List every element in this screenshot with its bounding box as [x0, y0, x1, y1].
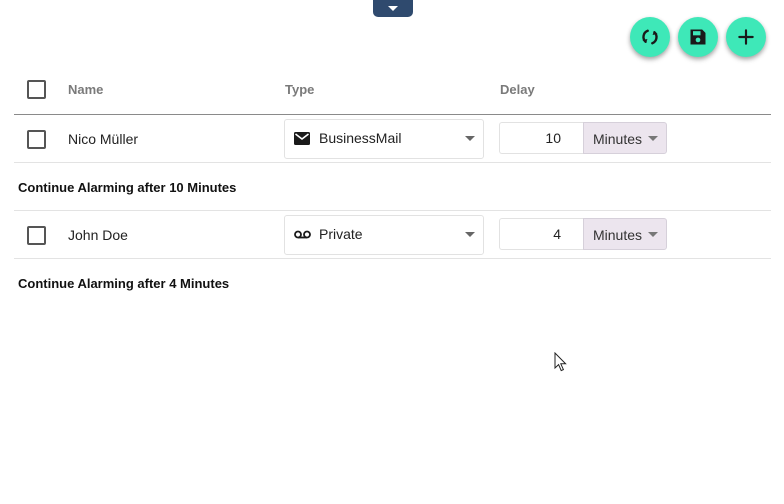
escalation-info: Continue Alarming after 10 Minutes — [18, 180, 237, 195]
chevron-down-icon — [648, 232, 658, 237]
table-header: Name Type Delay — [14, 64, 771, 115]
type-value: Private — [319, 226, 363, 242]
select-all-checkbox[interactable] — [27, 80, 46, 99]
escalation-info: Continue Alarming after 4 Minutes — [18, 276, 230, 291]
column-header-delay: Delay — [500, 82, 535, 97]
type-select[interactable]: Private — [284, 215, 484, 255]
delay-input[interactable]: 4 — [499, 218, 583, 250]
alarm-escalation-panel: Name Type Delay Nico Müller BusinessMail… — [0, 0, 784, 504]
mouse-cursor-icon — [554, 352, 567, 372]
voicemail-icon — [294, 230, 311, 239]
delay-input[interactable]: 10 — [499, 122, 583, 154]
delay-unit-select[interactable]: Minutes — [583, 122, 667, 154]
delay-unit-select[interactable]: Minutes — [583, 218, 667, 250]
column-header-name: Name — [68, 82, 104, 97]
collapse-toggle[interactable] — [373, 0, 413, 17]
type-select[interactable]: BusinessMail — [284, 119, 484, 159]
chevron-down-icon — [465, 136, 475, 141]
delay-unit-value: Minutes — [593, 227, 643, 243]
type-value: BusinessMail — [319, 130, 402, 146]
contact-name: Nico Müller — [68, 131, 139, 147]
add-button[interactable] — [726, 17, 766, 57]
chevron-down-icon — [388, 6, 398, 11]
delay-unit-value: Minutes — [593, 131, 643, 147]
table-row: Nico Müller BusinessMail 10 Minutes — [14, 115, 771, 163]
mail-icon — [294, 132, 310, 145]
contact-name: John Doe — [68, 227, 128, 243]
plus-icon — [738, 29, 754, 45]
chevron-down-icon — [465, 232, 475, 237]
column-header-type: Type — [285, 82, 315, 97]
chevron-down-icon — [648, 136, 658, 141]
table-row: John Doe Private 4 Minutes — [14, 211, 771, 259]
row-checkbox[interactable] — [27, 130, 46, 149]
row-checkbox[interactable] — [27, 226, 46, 245]
save-button[interactable] — [678, 17, 718, 57]
save-icon — [690, 29, 706, 45]
refresh-button[interactable] — [630, 17, 670, 57]
refresh-icon — [642, 29, 658, 45]
